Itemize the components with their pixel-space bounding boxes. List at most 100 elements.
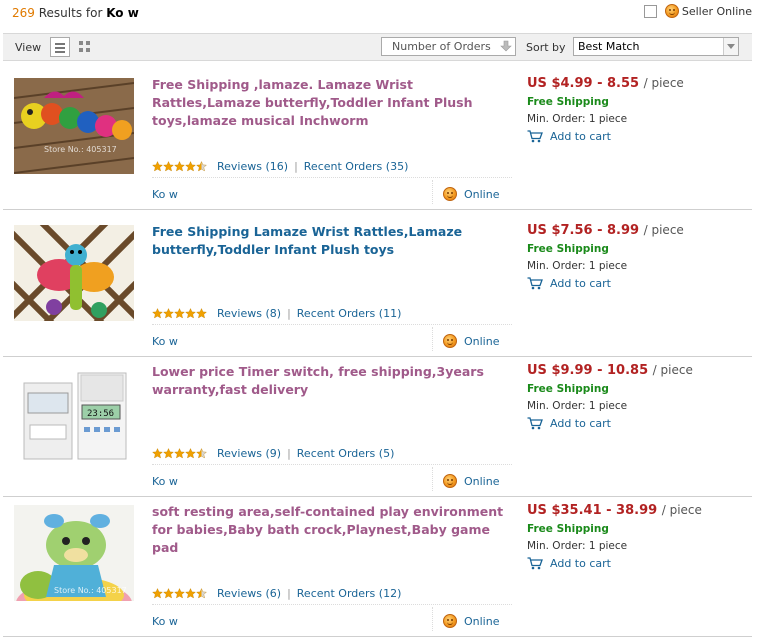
view-label: View [15, 41, 42, 54]
price-unit: / piece [643, 223, 684, 237]
results-for-label: Results for [38, 6, 103, 20]
star-icon [163, 448, 174, 459]
seller-link[interactable]: Ko w [152, 475, 178, 488]
star-icon [196, 161, 207, 172]
recent-orders-link[interactable]: Recent Orders (5) [297, 447, 395, 460]
sort-by-select[interactable]: Best Match [573, 37, 739, 56]
chevron-down-icon[interactable] [723, 38, 738, 55]
product-price: US $9.99 - 10.85 / piece [527, 363, 693, 378]
star-icon [196, 308, 207, 319]
reviews-link[interactable]: Reviews (16) [217, 160, 288, 173]
min-order-label: Min. Order: 1 piece [527, 400, 628, 412]
add-to-cart-label: Add to cart [550, 130, 611, 143]
result-count: 269 [12, 6, 35, 20]
star-icon [152, 588, 163, 599]
svg-text:23:56: 23:56 [87, 409, 114, 419]
svg-text:Store No.: 405317: Store No.: 405317 [44, 145, 117, 154]
star-icon [152, 448, 163, 459]
online-status[interactable]: Online [432, 180, 499, 204]
price-range: US $4.99 - 8.55 [527, 76, 640, 91]
separator: | [287, 587, 291, 600]
star-icon [185, 308, 196, 319]
reviews-link[interactable]: Reviews (9) [217, 447, 281, 460]
grid-view-button[interactable] [79, 41, 91, 53]
cart-icon [527, 277, 543, 290]
product-title-link[interactable]: Free Shipping ,lamaze. Lamaze Wrist Ratt… [152, 76, 512, 130]
recent-orders-link[interactable]: Recent Orders (35) [304, 160, 409, 173]
star-rating [152, 161, 207, 172]
product-rating: Reviews (9) | Recent Orders (5) [152, 447, 394, 460]
product-image[interactable]: 23:56 [14, 365, 134, 461]
add-to-cart-label: Add to cart [550, 557, 611, 570]
product-rating: Reviews (16) | Recent Orders (35) [152, 160, 408, 173]
online-label: Online [464, 474, 500, 488]
sort-by-label: Sort by [526, 41, 566, 54]
product-rating: Reviews (6) | Recent Orders (12) [152, 587, 401, 600]
add-to-cart-label: Add to cart [550, 277, 611, 290]
free-shipping-label: Free Shipping [527, 243, 609, 255]
divider [152, 604, 512, 605]
product-price: US $4.99 - 8.55 / piece [527, 76, 684, 91]
recent-orders-link[interactable]: Recent Orders (11) [297, 307, 402, 320]
online-smiley-icon [443, 614, 457, 628]
reviews-link[interactable]: Reviews (6) [217, 587, 281, 600]
product-image[interactable]: Store No.: 405317 [14, 78, 134, 174]
cart-icon [527, 130, 543, 143]
star-icon [152, 161, 163, 172]
product-image[interactable] [14, 225, 134, 321]
reviews-link[interactable]: Reviews (8) [217, 307, 281, 320]
seller-online-checkbox[interactable] [643, 4, 657, 18]
star-icon [163, 308, 174, 319]
online-smiley-icon [443, 187, 457, 201]
price-unit: / piece [661, 503, 702, 517]
product-title-link[interactable]: Free Shipping Lamaze Wrist Rattles,Lamaz… [152, 223, 512, 259]
min-order-label: Min. Order: 1 piece [527, 540, 628, 552]
star-icon [196, 588, 207, 599]
cart-icon [527, 417, 543, 430]
free-shipping-label: Free Shipping [527, 383, 609, 395]
online-status[interactable]: Online [432, 467, 499, 491]
recent-orders-link[interactable]: Recent Orders (12) [297, 587, 402, 600]
sort-down-arrow-icon [500, 40, 512, 52]
product-title-link[interactable]: Lower price Timer switch, free shipping,… [152, 363, 512, 399]
divider [152, 324, 512, 325]
online-label: Online [464, 187, 500, 201]
seller-link[interactable]: Ko w [152, 335, 178, 348]
product-row: Store No.: 405317 soft resting area,self… [3, 497, 752, 637]
add-to-cart-button[interactable]: Add to cart [527, 277, 611, 290]
product-row: 23:56 Lower price Timer switch, free shi… [3, 357, 752, 497]
product-image[interactable]: Store No.: 405317 [14, 505, 134, 601]
online-status[interactable]: Online [432, 327, 499, 351]
price-unit: / piece [643, 76, 684, 90]
product-title-link[interactable]: soft resting area,self-contained play en… [152, 503, 512, 557]
online-smiley-icon [443, 334, 457, 348]
star-icon [185, 448, 196, 459]
price-range: US $7.56 - 8.99 [527, 223, 640, 238]
separator: | [287, 307, 291, 320]
list-view-button[interactable] [50, 37, 70, 57]
online-label: Online [464, 334, 500, 348]
online-status[interactable]: Online [432, 607, 499, 631]
divider [152, 464, 512, 465]
add-to-cart-button[interactable]: Add to cart [527, 557, 611, 570]
results-header: 269 Results for Ko w Seller Online [0, 0, 760, 30]
star-icon [174, 308, 185, 319]
product-row: Store No.: 405317 Free Shipping ,lamaze.… [3, 70, 752, 210]
number-of-orders-sort[interactable]: Number of Orders [381, 37, 516, 56]
seller-link[interactable]: Ko w [152, 615, 178, 628]
star-icon [174, 448, 185, 459]
product-row: Free Shipping Lamaze Wrist Rattles,Lamaz… [3, 217, 752, 357]
price-range: US $35.41 - 38.99 [527, 503, 658, 518]
product-price: US $35.41 - 38.99 / piece [527, 503, 702, 518]
add-to-cart-button[interactable]: Add to cart [527, 417, 611, 430]
online-smiley-icon [443, 474, 457, 488]
star-icon [174, 588, 185, 599]
seller-link[interactable]: Ko w [152, 188, 178, 201]
seller-online-filter[interactable]: Seller Online [643, 4, 752, 18]
free-shipping-label: Free Shipping [527, 96, 609, 108]
star-rating [152, 588, 207, 599]
add-to-cart-button[interactable]: Add to cart [527, 130, 611, 143]
star-icon [185, 588, 196, 599]
add-to-cart-label: Add to cart [550, 417, 611, 430]
price-unit: / piece [652, 363, 693, 377]
